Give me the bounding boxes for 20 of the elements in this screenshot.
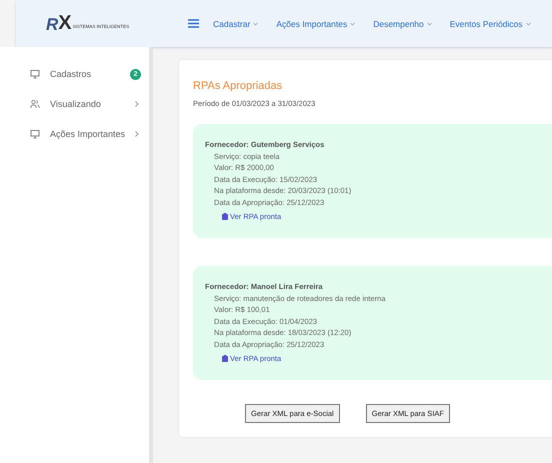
clipboard-icon (222, 354, 228, 362)
users-icon (30, 99, 40, 109)
menu-icon[interactable] (188, 19, 199, 28)
monitor-icon (30, 69, 40, 79)
chevron-down-icon (253, 22, 258, 26)
chevron-down-icon (350, 22, 356, 26)
sidebar-item[interactable]: Ações Importantes (0, 119, 150, 149)
chevron-down-icon (426, 22, 432, 26)
sidebar-label: Cadastros (50, 69, 92, 79)
chevron-down-icon (526, 22, 531, 26)
sidebar-item[interactable]: Visualizando (0, 89, 150, 119)
nav-menu[interactable]: Eventos Periódicos (450, 18, 531, 28)
clipboard-icon (222, 212, 228, 220)
sidebar-label: Visualizando (50, 99, 102, 109)
nav-menu[interactable]: Ações Importantes (276, 18, 356, 28)
sidebar-label: Ações Importantes (50, 129, 126, 139)
page-title: RPAs Apropriadas (193, 80, 284, 92)
nav-menu[interactable]: Cadastrar (213, 18, 258, 28)
nav-menu[interactable]: Desempenho (373, 18, 432, 28)
monitor-icon (30, 129, 40, 139)
